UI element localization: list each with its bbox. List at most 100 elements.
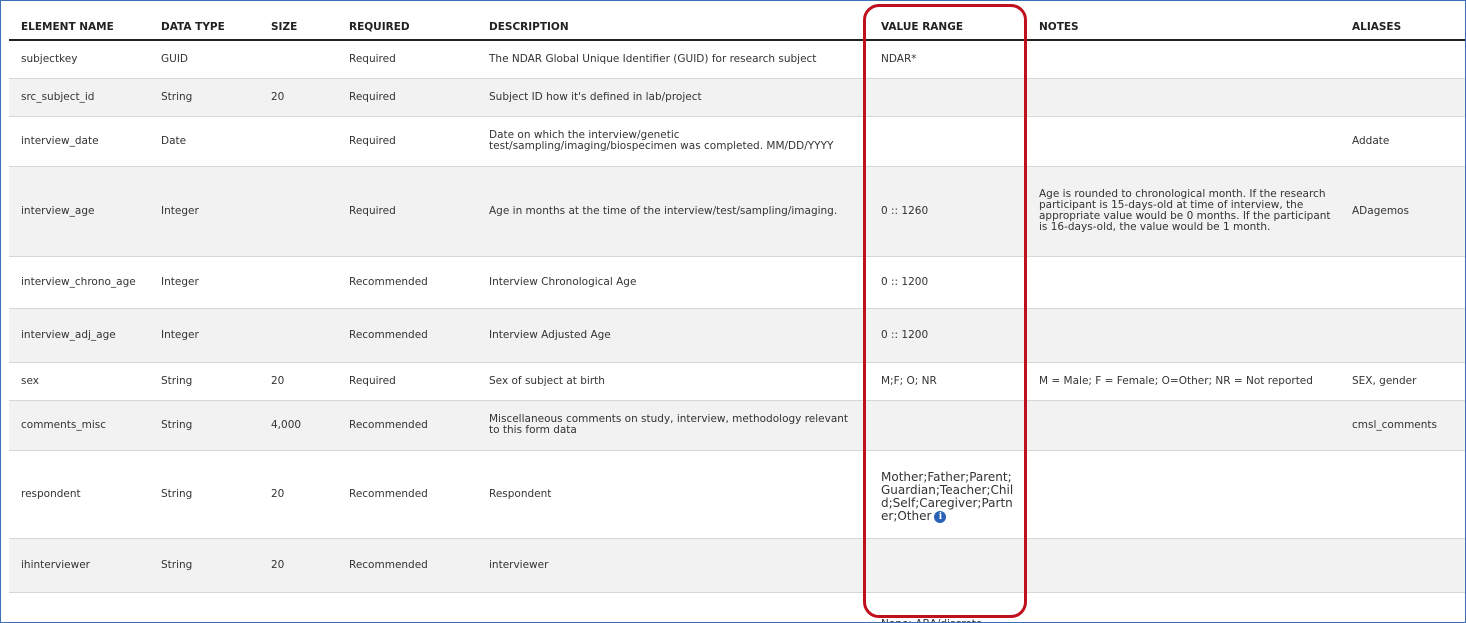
- cell-value-range: None; ABA/discrete: [869, 592, 1027, 622]
- cell-aliases: [1340, 78, 1465, 117]
- cell-notes: [1027, 538, 1340, 593]
- column-header-value-range[interactable]: VALUE RANGE: [869, 15, 1027, 41]
- cell-aliases: Addate: [1340, 116, 1465, 167]
- column-header-aliases[interactable]: ALIASES: [1340, 15, 1465, 41]
- value-range-text: 0 :: 1200: [881, 275, 929, 288]
- cell-required: Required: [337, 166, 477, 257]
- cell-notes: [1027, 78, 1340, 117]
- cell-aliases: cmsl_comments: [1340, 400, 1465, 451]
- table-row[interactable]: interview_adj_age Integer Recommended Inter…: [9, 308, 1465, 363]
- cell-element-name: interview_chrono_age: [9, 256, 149, 309]
- table-row[interactable]: interview_date Date Required Date on which …: [9, 116, 1465, 167]
- cell-required: Recommended: [337, 538, 477, 593]
- cell-notes: [1027, 400, 1340, 451]
- table-row[interactable]: interview_age Integer Required Age in month…: [9, 166, 1465, 257]
- table-row[interactable]: interview_chrono_age Integer Recommended In…: [9, 256, 1465, 309]
- cell-value-range: [869, 400, 1027, 451]
- cell-required: Recommended: [337, 450, 477, 539]
- value-range-text: Mother;Father;Parent;Guardian;Teacher;Ch…: [881, 470, 1014, 523]
- table-row[interactable]: respondent String 20 Recommended Respondent M…: [9, 450, 1465, 539]
- cell-required: [337, 592, 477, 622]
- cell-size: [259, 116, 337, 167]
- cell-required: Required: [337, 78, 477, 117]
- cell-aliases: [1340, 450, 1465, 539]
- cell-data-type: String: [149, 538, 259, 593]
- cell-description: Sex of subject at birth: [477, 362, 869, 401]
- cell-value-range: [869, 78, 1027, 117]
- cell-value-range: [869, 538, 1027, 593]
- table-row[interactable]: ihinterviewer String 20 Recommended intervie…: [9, 538, 1465, 593]
- cell-data-type: String: [149, 78, 259, 117]
- info-circle-icon[interactable]: i: [934, 511, 947, 523]
- column-header-description[interactable]: DESCRIPTION: [477, 15, 869, 41]
- cell-description: Interview Chronological Age: [477, 256, 869, 309]
- cell-description: [477, 592, 869, 622]
- cell-value-range: NDAR*: [869, 40, 1027, 79]
- cell-size: 20: [259, 450, 337, 539]
- cell-value-range: 0 :: 1200: [869, 308, 1027, 363]
- table-row[interactable]: comments_misc String 4,000 Recommended Misce…: [9, 400, 1465, 451]
- cell-notes: [1027, 450, 1340, 539]
- cell-data-type: String: [149, 400, 259, 451]
- cell-description: interviewer: [477, 538, 869, 593]
- cell-required: Recommended: [337, 308, 477, 363]
- column-header-size[interactable]: SIZE: [259, 15, 337, 41]
- column-header-data-type[interactable]: DATA TYPE: [149, 15, 259, 41]
- cell-value-range: Mother;Father;Parent;Guardian;Teacher;Ch…: [869, 450, 1027, 539]
- cell-element-name: comments_misc: [9, 400, 149, 451]
- cell-element-name: interview_date: [9, 116, 149, 167]
- cell-description: Respondent: [477, 450, 869, 539]
- cell-element-name: interview_adj_age: [9, 308, 149, 363]
- column-header-element-name[interactable]: ELEMENT NAME: [9, 15, 149, 41]
- cell-value-range: 0 :: 1200: [869, 256, 1027, 309]
- cell-aliases: [1340, 256, 1465, 309]
- cell-size: 20: [259, 538, 337, 593]
- cell-aliases: ADagemos: [1340, 166, 1465, 257]
- cell-value-range: M;F; O; NR: [869, 362, 1027, 401]
- cell-notes: [1027, 40, 1340, 79]
- cell-notes: M = Male; F = Female; O=Other; NR = Not …: [1027, 362, 1340, 401]
- cell-element-name: [9, 592, 149, 622]
- cell-value-range: 0 :: 1260: [869, 166, 1027, 257]
- cell-data-type: Integer: [149, 256, 259, 309]
- cell-notes: [1027, 116, 1340, 167]
- cell-aliases: [1340, 308, 1465, 363]
- table-body: subjectkey GUID Required The NDAR Global Un…: [9, 40, 1465, 622]
- value-range-text: 0 :: 1260: [881, 204, 929, 217]
- cell-notes: [1027, 592, 1340, 622]
- cell-element-name: ihinterviewer: [9, 538, 149, 593]
- table-row[interactable]: sex String 20 Required Sex of subject at bir…: [9, 362, 1465, 401]
- cell-required: Required: [337, 116, 477, 167]
- cell-aliases: SEX, gender: [1340, 362, 1465, 401]
- value-range-text: NDAR*: [881, 52, 917, 65]
- cell-description: The NDAR Global Unique Identifier (GUID)…: [477, 40, 869, 79]
- cell-element-name: interview_age: [9, 166, 149, 257]
- cell-data-type: String: [149, 362, 259, 401]
- cell-size: 20: [259, 362, 337, 401]
- table-header-row: ELEMENT NAME DATA TYPE SIZE REQUIRED DESCRIP…: [9, 15, 1465, 41]
- table-row[interactable]: src_subject_id String 20 Required Subject ID…: [9, 78, 1465, 117]
- cell-required: Recommended: [337, 400, 477, 451]
- cell-aliases: [1340, 538, 1465, 593]
- table-row[interactable]: None; ABA/discrete: [9, 592, 1465, 622]
- cell-data-type: Integer: [149, 308, 259, 363]
- cell-required: Required: [337, 40, 477, 79]
- cell-description: Miscellaneous comments on study, intervi…: [477, 400, 869, 451]
- data-dictionary-table: ELEMENT NAME DATA TYPE SIZE REQUIRED DESCRIP…: [9, 15, 1465, 622]
- cell-required: Recommended: [337, 256, 477, 309]
- cell-size: 20: [259, 78, 337, 117]
- value-range-text: M;F; O; NR: [881, 374, 937, 387]
- cell-description: Interview Adjusted Age: [477, 308, 869, 363]
- cell-size: [259, 166, 337, 257]
- cell-size: [259, 308, 337, 363]
- table-row[interactable]: subjectkey GUID Required The NDAR Global Un…: [9, 40, 1465, 79]
- column-header-required[interactable]: REQUIRED: [337, 15, 477, 41]
- cell-notes: [1027, 308, 1340, 363]
- column-header-notes[interactable]: NOTES: [1027, 15, 1340, 41]
- cell-element-name: sex: [9, 362, 149, 401]
- cell-data-type: String: [149, 450, 259, 539]
- cell-aliases: [1340, 592, 1465, 622]
- data-dictionary-frame: ELEMENT NAME DATA TYPE SIZE REQUIRED DESCRIP…: [0, 0, 1466, 623]
- cell-element-name: respondent: [9, 450, 149, 539]
- value-range-text: 0 :: 1200: [881, 328, 929, 341]
